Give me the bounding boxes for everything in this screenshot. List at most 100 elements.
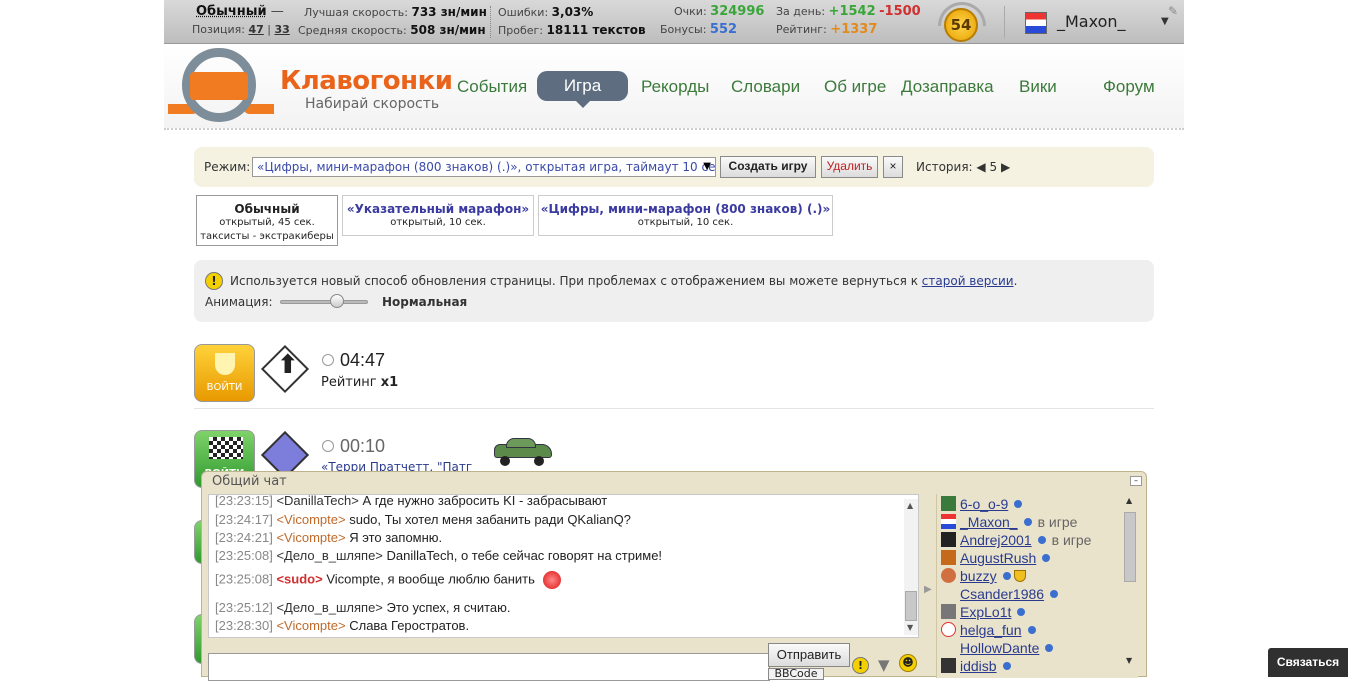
- user-item[interactable]: Csander1986: [941, 586, 1059, 604]
- checkered-flag-icon: [209, 437, 243, 459]
- info-icon[interactable]: [1002, 662, 1011, 670]
- history-next-button[interactable]: ▶: [1001, 160, 1010, 174]
- user-item[interactable]: iddisb: [941, 658, 1011, 676]
- info-icon[interactable]: [1037, 536, 1046, 544]
- history: История: ◀ 5 ▶: [916, 160, 1011, 174]
- nav-records[interactable]: Рекорды: [641, 77, 709, 97]
- nav-wiki[interactable]: Вики: [1019, 77, 1057, 97]
- trophy-icon: [215, 353, 235, 375]
- info-icon[interactable]: [1017, 608, 1026, 616]
- close-icon[interactable]: ×: [883, 156, 903, 178]
- enter-game-button[interactable]: ВОЙТИ: [194, 344, 255, 402]
- info-icon[interactable]: [1050, 590, 1059, 598]
- animation-slider-handle[interactable]: [330, 294, 344, 308]
- scroll-up-icon[interactable]: ▲: [1126, 496, 1132, 505]
- top-stats-bar: Обычный — Позиция: 47 | 33 Лучшая скорос…: [164, 0, 1184, 44]
- bonuses: Бонусы: 552: [660, 22, 738, 37]
- warning-icon[interactable]: !: [852, 657, 869, 674]
- user-item[interactable]: 6-o_o-9: [941, 496, 1023, 514]
- nav-refuel[interactable]: Дозаправка: [901, 77, 994, 97]
- mode-select[interactable]: «Цифры, мини-марафон (800 знаков) (.)», …: [252, 157, 716, 177]
- delete-button[interactable]: Удалить: [821, 156, 878, 178]
- nav-forum[interactable]: Форум: [1103, 77, 1155, 97]
- filter-icon[interactable]: ▼: [878, 656, 890, 674]
- info-icon[interactable]: [1027, 626, 1036, 634]
- site-header: Клавогонки Набирай скорость События Игра…: [164, 44, 1184, 130]
- clock-icon: [322, 440, 334, 452]
- chat-message: [23:28:30] <Vicompte> Слава Геростратов.: [215, 618, 470, 633]
- game-timer: 00:10: [340, 436, 386, 456]
- user-item[interactable]: helga_fun: [941, 622, 1036, 640]
- chat-message: [23:25:08] <sudo> Vicompte, я вообще люб…: [215, 571, 561, 589]
- logo-icon[interactable]: [168, 46, 274, 128]
- scroll-up-icon[interactable]: ▲: [907, 501, 913, 510]
- car-icon: [488, 436, 554, 468]
- chat-messages[interactable]: [23:23:15] <DanillaTech> А где нужно заб…: [208, 494, 919, 638]
- user-item[interactable]: ExpLo1t: [941, 604, 1026, 622]
- game-tab-normal[interactable]: Обычный открытый, 45 сек. таксисты - экс…: [196, 195, 338, 246]
- userlist-scrollbar-thumb[interactable]: [1124, 512, 1136, 582]
- chat-userlist[interactable]: 6-o_o-9 _Maxon_ в игре Andrej2001 в игре A…: [936, 494, 1138, 678]
- nav-dictionaries[interactable]: Словари: [731, 77, 800, 97]
- user-item[interactable]: buzzy: [941, 568, 1026, 586]
- minimize-icon[interactable]: –: [1130, 476, 1142, 486]
- nav-about[interactable]: Об игре: [824, 77, 886, 97]
- user-item[interactable]: _Maxon_ в игре: [941, 514, 1077, 532]
- animation-slider-track[interactable]: [280, 300, 368, 304]
- chat-message: [23:24:17] <Vicompte> sudo, Ты хотел мен…: [215, 512, 631, 527]
- nav-game[interactable]: Игра: [537, 71, 628, 108]
- info-icon[interactable]: [1045, 644, 1054, 652]
- game-tab-digits-marathon[interactable]: «Цифры, мини-марафон (800 знаков) (.)» о…: [538, 195, 833, 236]
- info-icon[interactable]: [1014, 500, 1023, 508]
- points: Очки: 324996: [674, 4, 765, 19]
- create-game-button[interactable]: Создать игру: [720, 156, 816, 178]
- mode-bar: Режим: «Цифры, мини-марафон (800 знаков)…: [194, 147, 1154, 187]
- user-item[interactable]: Andrej2001 в игре: [941, 532, 1091, 550]
- collapse-userlist-icon[interactable]: ▶: [924, 584, 932, 595]
- scroll-down-icon[interactable]: ▼: [1126, 656, 1132, 665]
- position-link-a[interactable]: 47: [248, 23, 263, 36]
- user-avatar: [941, 568, 956, 583]
- chat-message: [23:23:15] <DanillaTech> А где нужно заб…: [215, 494, 608, 508]
- user-avatar: [941, 532, 956, 547]
- position: Позиция: 47 | 33: [192, 23, 290, 36]
- position-link-b[interactable]: 33: [275, 23, 290, 36]
- logo-tagline: Набирай скорость: [305, 96, 440, 112]
- info-icon[interactable]: [1023, 518, 1032, 526]
- game-tab-index-marathon[interactable]: «Указательный марафон» открытый, 10 сек.: [342, 195, 534, 236]
- info-icon[interactable]: [1042, 554, 1051, 562]
- logo-title[interactable]: Клавогонки: [280, 66, 453, 96]
- username[interactable]: _Maxon_: [1057, 12, 1126, 31]
- contact-button[interactable]: Связаться: [1268, 648, 1348, 677]
- chat-title[interactable]: Общий чат: [212, 474, 287, 489]
- smiley-icon[interactable]: ☻: [899, 654, 917, 672]
- game-timer: 04:47: [340, 350, 386, 370]
- scroll-down-icon[interactable]: ▼: [907, 623, 913, 632]
- general-chat: Общий чат – [23:23:15] <DanillaTech> А г…: [201, 471, 1147, 681]
- errors: Ошибки: 3,03%: [498, 5, 594, 19]
- old-version-link[interactable]: старой версии: [922, 274, 1014, 288]
- notice-text: Используется новый способ обновления стр…: [230, 274, 1018, 288]
- current-mode[interactable]: Обычный: [196, 4, 267, 19]
- chat-scrollbar-thumb[interactable]: [905, 591, 917, 621]
- history-count: 5: [989, 160, 998, 174]
- shield-icon: [1013, 570, 1026, 582]
- user-menu[interactable]: _Maxon_ ▼: [1004, 6, 1184, 38]
- pin-icon[interactable]: ✎: [1168, 4, 1178, 18]
- send-button[interactable]: Отправить: [768, 643, 850, 667]
- chat-message: [23:25:12] <Дело_в_шляпе> Это успех, я с…: [215, 600, 511, 615]
- chat-message: [23:24:21] <Vicompte> Я это запомню.: [215, 530, 443, 545]
- bbcode-button[interactable]: BBCode: [768, 668, 824, 680]
- history-prev-button[interactable]: ◀: [976, 160, 985, 174]
- user-item[interactable]: AugustRush: [941, 550, 1051, 568]
- level-badge[interactable]: 54: [938, 2, 986, 42]
- userlist-scrollbar[interactable]: ▲ ▼: [1123, 496, 1137, 668]
- info-icon[interactable]: [1002, 572, 1011, 580]
- user-item[interactable]: HollowDante: [941, 640, 1054, 658]
- rating: Рейтинг: +1337: [776, 22, 878, 37]
- mode-label: Режим:: [204, 160, 251, 174]
- level-number: 54: [944, 8, 978, 42]
- chat-scrollbar[interactable]: ▲ ▼: [904, 499, 918, 635]
- nav-events[interactable]: События: [457, 77, 527, 97]
- user-avatar: [941, 514, 956, 529]
